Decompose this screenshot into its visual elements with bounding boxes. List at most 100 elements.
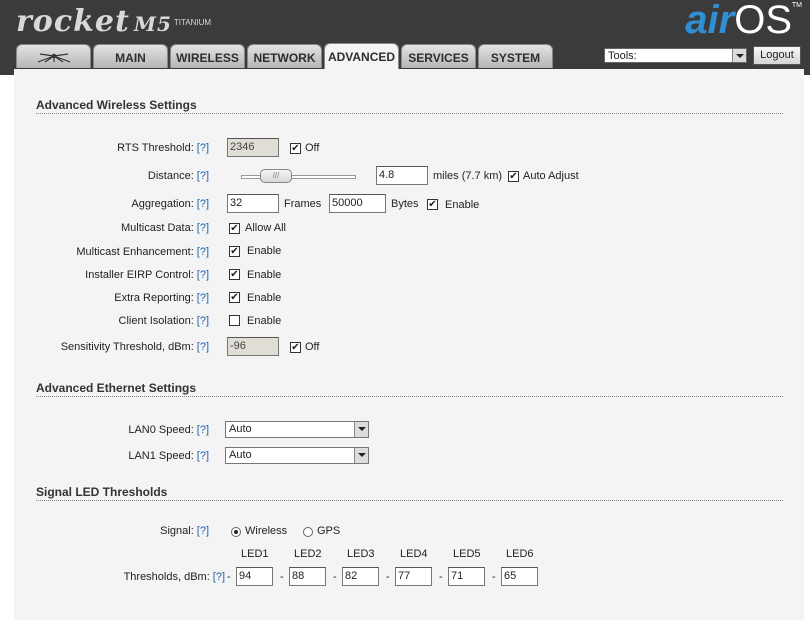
- aggregation-help-link[interactable]: [?]: [197, 198, 209, 210]
- lan1-help-link[interactable]: [?]: [197, 450, 209, 462]
- client-isolation-label: Client Isolation: [?]: [119, 314, 209, 328]
- airos-logo: airOS TM: [685, 0, 802, 43]
- multicast-enhancement-label: Multicast Enhancement: [?]: [76, 245, 209, 259]
- led5-header: LED5: [453, 548, 481, 560]
- aggregation-enable-checkbox[interactable]: ✔: [427, 199, 438, 210]
- eirp-control-checkbox[interactable]: ✔: [229, 269, 240, 280]
- threshold-dash: -: [280, 571, 284, 583]
- multicast-enhancement-checkbox[interactable]: ✔: [229, 246, 240, 257]
- distance-label-text: Distance:: [147, 170, 194, 182]
- product-logo: rocket M5 TITANIUM: [16, 4, 211, 39]
- signal-wireless-radio[interactable]: [231, 527, 241, 537]
- tab-network[interactable]: NETWORK: [247, 44, 322, 68]
- sensitivity-threshold-input[interactable]: -96: [227, 337, 279, 356]
- tab-advanced[interactable]: ADVANCED: [324, 43, 399, 69]
- multicast-data-help-link[interactable]: [?]: [197, 222, 209, 234]
- client-isolation-label-text: Client Isolation:: [118, 315, 194, 327]
- led2-threshold-input[interactable]: 88: [289, 567, 326, 586]
- sensitivity-off-checkbox[interactable]: ✔: [290, 342, 301, 353]
- multicast-enhancement-label-text: Multicast Enhancement:: [76, 246, 194, 258]
- lan1-speed-select[interactable]: Auto: [225, 447, 369, 464]
- tab-wireless[interactable]: WIRELESS: [170, 44, 245, 68]
- led1-threshold-input[interactable]: 94: [236, 567, 273, 586]
- client-isolation-help-link[interactable]: [?]: [197, 315, 209, 327]
- extra-reporting-help-link[interactable]: [?]: [197, 292, 209, 304]
- trademark-mark: TM: [791, 2, 802, 9]
- rts-help-link[interactable]: [?]: [197, 142, 209, 154]
- threshold-dash: -: [227, 571, 231, 583]
- thresholds-help-link[interactable]: [?]: [213, 571, 225, 583]
- extra-reporting-label-text: Extra Reporting:: [114, 292, 194, 304]
- ubnt-logo-icon: [37, 53, 70, 63]
- thresholds-label: Thresholds, dBm: [?]: [124, 570, 225, 584]
- extra-reporting-checkbox[interactable]: ✔: [229, 292, 240, 303]
- advanced-panel: Advanced Wireless Settings RTS Threshold…: [14, 69, 804, 620]
- distance-slider-handle[interactable]: ///: [260, 169, 292, 183]
- multicast-data-checkbox[interactable]: ✔: [229, 223, 240, 234]
- lan1-speed-label-text: LAN1 Speed:: [128, 450, 194, 462]
- led4-header: LED4: [400, 548, 428, 560]
- rts-threshold-label: RTS Threshold: [?]: [117, 141, 209, 155]
- multicast-data-option: Allow All: [245, 222, 286, 234]
- distance-label: Distance: [?]: [148, 169, 209, 183]
- tab-services[interactable]: SERVICES: [401, 44, 476, 68]
- client-isolation-option: Enable: [247, 315, 282, 327]
- signal-help-link[interactable]: [?]: [197, 525, 209, 537]
- led2-header: LED2: [294, 548, 322, 560]
- chevron-down-icon: [354, 422, 368, 437]
- airos-logo-air: air: [685, 0, 735, 42]
- led6-threshold-input[interactable]: 65: [501, 567, 538, 586]
- thresholds-label-text: Thresholds, dBm:: [123, 571, 210, 583]
- tools-select-value: Tools:: [608, 50, 637, 62]
- header-bar: rocket M5 TITANIUM airOS TM MAIN WIRELESS N…: [0, 0, 810, 75]
- aggregation-label-text: Aggregation:: [131, 198, 194, 210]
- logout-button[interactable]: Logout: [753, 46, 801, 65]
- aggregation-enable-label: Enable: [445, 199, 480, 211]
- signal-gps-radio[interactable]: [303, 527, 313, 537]
- distance-input[interactable]: 4.8: [376, 166, 428, 185]
- eirp-help-link[interactable]: [?]: [197, 269, 209, 281]
- tab-system[interactable]: SYSTEM: [478, 44, 553, 68]
- lan0-help-link[interactable]: [?]: [197, 424, 209, 436]
- led3-threshold-input[interactable]: 82: [342, 567, 379, 586]
- threshold-dash: -: [386, 571, 390, 583]
- client-isolation-checkbox[interactable]: [229, 315, 240, 326]
- aggregation-bytes-input[interactable]: 50000: [329, 194, 386, 213]
- aggregation-frames-input[interactable]: 32: [227, 194, 279, 213]
- distance-slider-track[interactable]: [241, 175, 356, 179]
- multicast-enhancement-option: Enable: [247, 245, 282, 257]
- lan1-speed-value: Auto: [229, 449, 252, 461]
- tab-ubnt-logo[interactable]: [16, 44, 91, 68]
- auto-adjust-checkbox[interactable]: ✔: [508, 171, 519, 182]
- lan0-speed-select[interactable]: Auto: [225, 421, 369, 438]
- aggregation-label: Aggregation: [?]: [131, 197, 209, 211]
- product-variant: TITANIUM: [173, 18, 212, 27]
- tools-select[interactable]: Tools:: [604, 48, 747, 63]
- led4-threshold-input[interactable]: 77: [395, 567, 432, 586]
- sensitivity-help-link[interactable]: [?]: [197, 341, 209, 353]
- lan1-speed-label: LAN1 Speed: [?]: [128, 449, 209, 463]
- led6-header: LED6: [506, 548, 534, 560]
- led3-header: LED3: [347, 548, 375, 560]
- led1-header: LED1: [241, 548, 269, 560]
- rts-off-checkbox[interactable]: ✔: [290, 143, 301, 154]
- airos-logo-os: OS: [734, 0, 792, 42]
- multicast-enhancement-help-link[interactable]: [?]: [197, 246, 209, 258]
- tab-main[interactable]: MAIN: [93, 44, 168, 68]
- product-model: M5: [133, 12, 172, 36]
- led5-threshold-input[interactable]: 71: [448, 567, 485, 586]
- extra-reporting-label: Extra Reporting: [?]: [114, 291, 209, 305]
- threshold-dash: -: [439, 571, 443, 583]
- lan0-speed-label-text: LAN0 Speed:: [128, 424, 194, 436]
- bytes-unit: Bytes: [391, 198, 419, 210]
- eirp-control-label: Installer EIRP Control: [?]: [85, 268, 209, 282]
- distance-unit: miles (7.7 km): [433, 170, 503, 182]
- distance-help-link[interactable]: [?]: [197, 170, 209, 182]
- section-title-wireless: Advanced Wireless Settings: [36, 98, 783, 114]
- section-title-ethernet: Advanced Ethernet Settings: [36, 381, 783, 397]
- signal-gps-label: GPS: [317, 525, 341, 537]
- threshold-dash: -: [492, 571, 496, 583]
- frames-unit: Frames: [284, 198, 322, 210]
- extra-reporting-option: Enable: [247, 292, 282, 304]
- rts-threshold-input[interactable]: 2346: [227, 138, 279, 157]
